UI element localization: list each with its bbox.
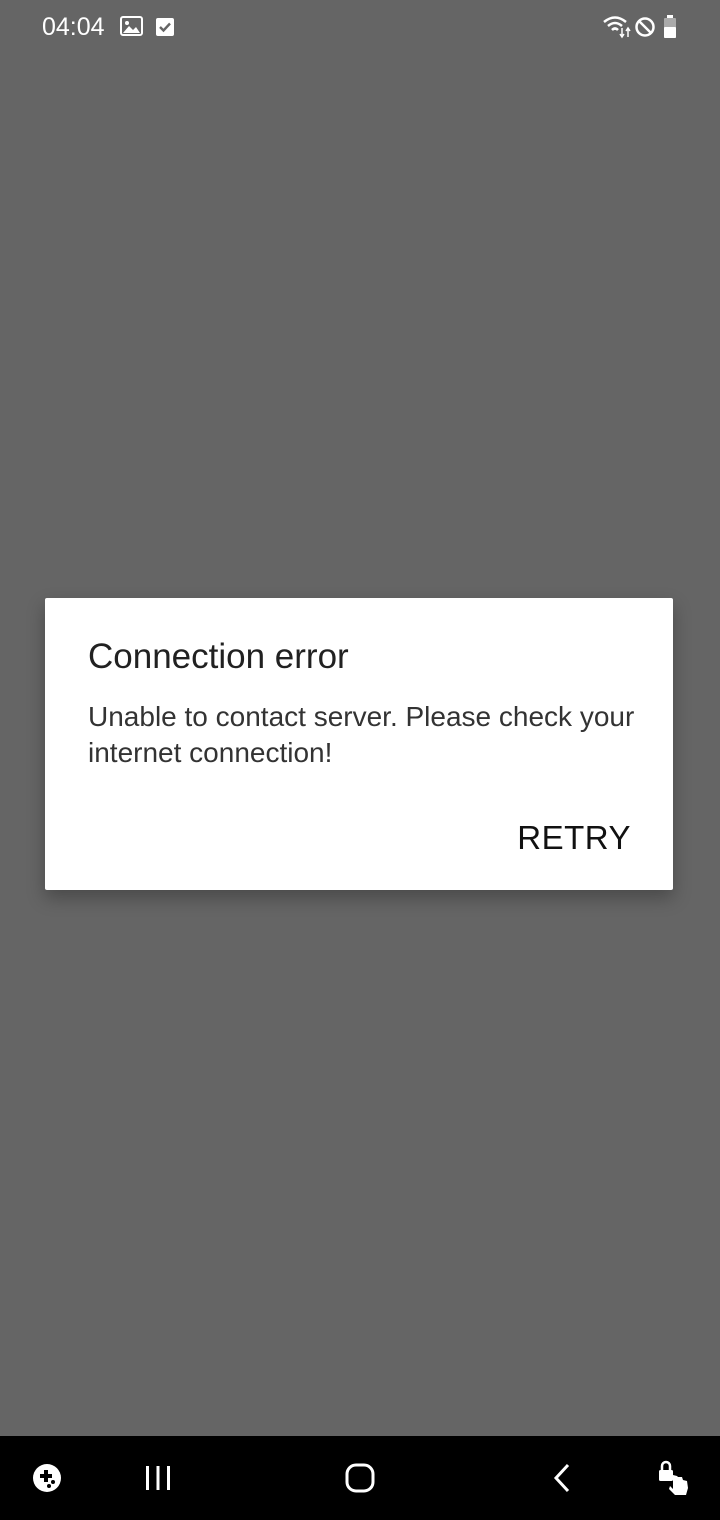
recents-button[interactable] — [128, 1436, 188, 1520]
no-sim-icon — [635, 17, 655, 37]
status-time: 04:04 — [42, 13, 105, 41]
dialog-message: Unable to contact server. Please check y… — [88, 701, 635, 768]
recents-icon — [146, 1466, 170, 1490]
retry-button[interactable]: RETRY — [505, 808, 643, 868]
home-button[interactable] — [330, 1436, 390, 1520]
game-tools-icon — [33, 1464, 61, 1492]
home-icon — [345, 1463, 375, 1493]
image-icon — [120, 16, 143, 36]
wifi-icon — [603, 16, 631, 39]
dialog-title: Connection error — [88, 637, 349, 676]
back-icon — [553, 1463, 570, 1493]
checkbox-icon — [156, 18, 174, 36]
navigation-bar — [0, 1436, 720, 1520]
status-bar: 04:04 — [0, 0, 720, 56]
back-button[interactable] — [532, 1436, 592, 1520]
game-tools-button[interactable] — [27, 1436, 67, 1520]
battery-icon — [664, 15, 676, 38]
accessibility-icon — [659, 1460, 688, 1495]
connection-error-dialog: Connection error Unable to contact serve… — [45, 598, 673, 890]
accessibility-button[interactable] — [650, 1436, 694, 1520]
